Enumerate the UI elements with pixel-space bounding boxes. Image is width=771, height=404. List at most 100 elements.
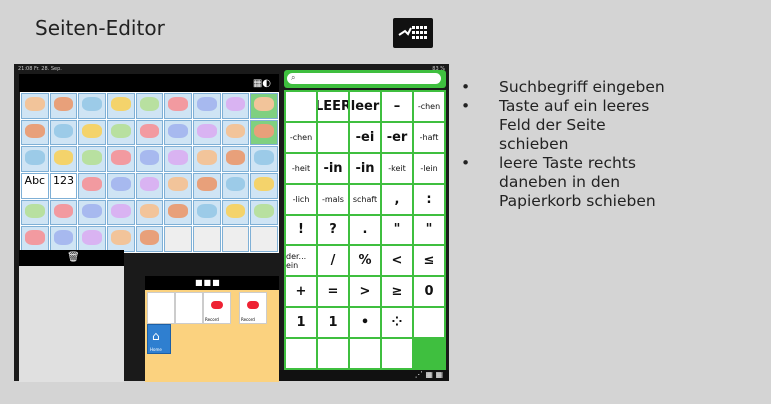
symbol-cell[interactable] bbox=[49, 199, 78, 226]
toolbar-icons[interactable]: ⋰ ▦ ▦ bbox=[415, 370, 443, 379]
symbol-cell[interactable] bbox=[21, 199, 49, 226]
palette-key[interactable]: ? bbox=[318, 215, 348, 245]
palette-key[interactable]: + bbox=[286, 277, 316, 307]
palette-key[interactable]: -keit bbox=[382, 153, 412, 183]
palette-key[interactable]: " bbox=[382, 215, 412, 245]
palette-key[interactable]: -heit bbox=[286, 153, 316, 183]
symbol-cell[interactable] bbox=[221, 146, 250, 172]
palette-key[interactable]: < bbox=[382, 246, 412, 276]
search-input[interactable]: ⌕ bbox=[287, 73, 441, 84]
palette-key[interactable]: – bbox=[382, 92, 412, 121]
palette-key[interactable]: ≥ bbox=[382, 277, 412, 307]
symbol-cell[interactable] bbox=[250, 93, 278, 119]
symbol-cell[interactable] bbox=[250, 146, 278, 172]
symbol-cell[interactable]: Abc bbox=[21, 172, 49, 199]
palette-key[interactable]: > bbox=[350, 277, 380, 307]
symbol-cell[interactable]: 123 bbox=[49, 172, 78, 199]
symbol-cell[interactable] bbox=[221, 199, 250, 226]
palette-key[interactable] bbox=[286, 339, 316, 368]
symbol-cell[interactable] bbox=[164, 93, 192, 119]
palette-key[interactable]: der... ein bbox=[286, 246, 316, 276]
symbol-cell[interactable] bbox=[21, 119, 49, 146]
symbol-cell[interactable] bbox=[78, 199, 106, 226]
symbol-cell[interactable] bbox=[135, 226, 164, 252]
symbol-cell[interactable] bbox=[135, 199, 164, 226]
palette-key[interactable]: -mals bbox=[318, 184, 348, 214]
palette-key[interactable]: = bbox=[318, 277, 348, 307]
person-cell[interactable] bbox=[147, 292, 175, 324]
palette-key[interactable]: -er bbox=[382, 122, 412, 152]
palette-key[interactable]: : bbox=[414, 184, 444, 214]
palette-key[interactable]: -chen bbox=[286, 122, 316, 152]
symbol-cell[interactable] bbox=[49, 226, 78, 252]
palette-key[interactable]: / bbox=[318, 246, 348, 276]
palette-key[interactable]: 0 bbox=[414, 277, 444, 307]
symbol-cell[interactable] bbox=[221, 119, 250, 146]
symbol-cell[interactable] bbox=[106, 93, 135, 119]
symbol-cell[interactable] bbox=[164, 146, 192, 172]
trash-area[interactable] bbox=[19, 266, 124, 382]
palette-key[interactable]: • bbox=[350, 308, 380, 338]
symbol-cell[interactable] bbox=[221, 226, 250, 252]
palette-key[interactable] bbox=[350, 339, 380, 368]
symbol-cell[interactable] bbox=[221, 172, 250, 199]
palette-key[interactable] bbox=[318, 122, 348, 152]
palette-key[interactable]: 1 bbox=[286, 308, 316, 338]
grid-settings-icon[interactable]: ▦◐ bbox=[253, 78, 271, 89]
palette-key[interactable]: -lein bbox=[414, 153, 444, 183]
symbol-cell[interactable] bbox=[49, 93, 78, 119]
symbol-cell[interactable] bbox=[221, 93, 250, 119]
palette-key[interactable]: " bbox=[414, 215, 444, 245]
empty-cell[interactable] bbox=[175, 292, 203, 324]
symbol-cell[interactable] bbox=[164, 172, 192, 199]
palette-key[interactable] bbox=[382, 339, 412, 368]
palette-key[interactable] bbox=[414, 308, 444, 338]
add-grid-icon[interactable]: ■■■ bbox=[195, 278, 221, 287]
palette-key[interactable] bbox=[286, 92, 316, 121]
symbol-cell[interactable] bbox=[21, 226, 49, 252]
symbol-cell[interactable] bbox=[192, 172, 221, 199]
symbol-cell[interactable] bbox=[106, 172, 135, 199]
symbol-cell[interactable] bbox=[106, 199, 135, 226]
symbol-cell[interactable] bbox=[49, 119, 78, 146]
palette-key[interactable]: schaft bbox=[350, 184, 380, 214]
palette-key[interactable]: -in bbox=[318, 153, 348, 183]
palette-key[interactable]: ≤ bbox=[414, 246, 444, 276]
palette-key[interactable]: -in bbox=[350, 153, 380, 183]
palette-key[interactable]: -lich bbox=[286, 184, 316, 214]
symbol-cell[interactable] bbox=[192, 226, 221, 252]
symbol-cell[interactable] bbox=[135, 146, 164, 172]
palette-key[interactable]: -chen bbox=[414, 92, 444, 121]
symbol-cell[interactable] bbox=[21, 146, 49, 172]
symbol-cell[interactable] bbox=[164, 119, 192, 146]
palette-key[interactable]: , bbox=[382, 184, 412, 214]
symbol-cell[interactable] bbox=[78, 146, 106, 172]
record-cell-2[interactable]: Record bbox=[239, 292, 267, 324]
symbol-cell[interactable] bbox=[135, 172, 164, 199]
symbol-cell[interactable] bbox=[78, 172, 106, 199]
symbol-cell[interactable] bbox=[164, 199, 192, 226]
palette-key[interactable]: . bbox=[350, 215, 380, 245]
symbol-cell[interactable] bbox=[192, 146, 221, 172]
palette-key[interactable]: LEER bbox=[318, 92, 348, 121]
symbol-cell[interactable] bbox=[49, 146, 78, 172]
symbol-cell[interactable] bbox=[250, 119, 278, 146]
palette-key[interactable]: -haft bbox=[414, 122, 444, 152]
symbol-cell[interactable] bbox=[106, 146, 135, 172]
symbol-cell[interactable] bbox=[250, 226, 278, 252]
home-cell[interactable]: ⌂ Home bbox=[147, 324, 171, 354]
symbol-cell[interactable] bbox=[250, 172, 278, 199]
palette-key[interactable]: 1 bbox=[318, 308, 348, 338]
palette-key[interactable]: ! bbox=[286, 215, 316, 245]
palette-key[interactable]: leer bbox=[350, 92, 380, 121]
symbol-cell[interactable] bbox=[106, 226, 135, 252]
palette-key[interactable] bbox=[318, 339, 348, 368]
symbol-cell[interactable] bbox=[192, 93, 221, 119]
palette-key[interactable]: -ei bbox=[350, 122, 380, 152]
symbol-cell[interactable] bbox=[250, 199, 278, 226]
symbol-cell[interactable] bbox=[192, 199, 221, 226]
symbol-cell[interactable] bbox=[106, 119, 135, 146]
symbol-cell[interactable] bbox=[78, 93, 106, 119]
palette-key[interactable]: ⁘ bbox=[382, 308, 412, 338]
symbol-cell[interactable] bbox=[192, 119, 221, 146]
